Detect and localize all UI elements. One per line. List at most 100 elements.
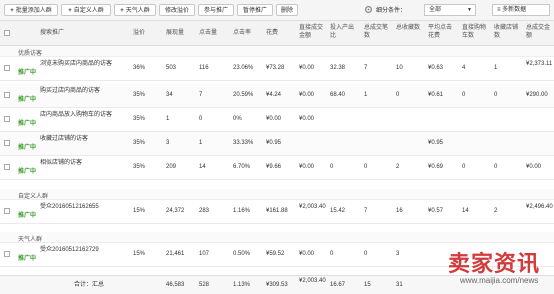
table-row[interactable]: 店内商品放入购物车的访客 推广中 35% 1 0 0% ¥0.00 ¥0.00 (0, 108, 554, 132)
watermark-logo: 卖家资讯 www.maijia.com/news (442, 246, 554, 293)
cell-bid: 15% (133, 208, 146, 214)
plus-icon: + (120, 8, 124, 14)
custom-crowd-button[interactable]: + 自定义人群 (61, 4, 111, 16)
cell-pv: 503 (166, 65, 177, 71)
cell-roi: 0 (330, 164, 334, 170)
cell-direct: ¥0.00 (299, 164, 315, 170)
cell-clk: 14 (199, 164, 206, 170)
cell-pv: 21,461 (166, 251, 185, 257)
row-checkbox[interactable] (4, 65, 10, 71)
cell-ctr: 6.70% (233, 164, 251, 170)
cell-fav: 10 (396, 65, 403, 71)
col-direct[interactable]: 直接成交金额 (299, 24, 327, 40)
table-row[interactable]: 受众20160512162655 推广中 15% 24,372 283 1.16% ¥161… (0, 200, 554, 224)
cell-pv: 3 (166, 140, 170, 146)
col-bid[interactable]: 溢价 (133, 29, 145, 37)
cell-ctr: 20.59% (233, 92, 254, 98)
cell-ctr: 1.16% (233, 208, 251, 214)
status-badge[interactable]: 推广中 (18, 120, 36, 128)
cell-cost: ¥161.88 (266, 208, 288, 214)
status-badge[interactable]: 推广中 (18, 168, 36, 176)
delete-button[interactable]: 删除 (276, 4, 298, 16)
select-all-checkbox[interactable] (4, 30, 10, 36)
pause-promo-button[interactable]: 暂停推广 (237, 4, 273, 16)
gear-icon[interactable] (364, 5, 373, 14)
cell-cpc: ¥0.95 (428, 140, 444, 146)
row-checkbox[interactable] (4, 92, 10, 98)
filter-select[interactable]: 全部 ▼ (424, 4, 476, 16)
cell-orders: 0 (364, 164, 368, 170)
status-badge[interactable]: 推广中 (18, 255, 36, 263)
footer-ctr: 1.13% (233, 282, 251, 288)
cell-fav: 2 (396, 164, 400, 170)
cell-bid: 35% (133, 164, 146, 170)
crowd-name: 受众20160512162655 (40, 204, 99, 210)
cell-cpc: ¥0.63 (428, 65, 444, 71)
crowd-name: 购买过店内商品的访客 (40, 88, 101, 94)
cell-bid: 35% (133, 92, 146, 98)
cell-bid: 36% (133, 65, 146, 71)
col-roi[interactable]: 投入产出比 (330, 24, 358, 40)
chevron-down-icon: ▼ (467, 7, 472, 13)
crowd-name: 受众20160512162729 (40, 247, 99, 253)
col-total[interactable]: 总成交金额 (526, 24, 554, 40)
row-checkbox[interactable] (4, 116, 10, 122)
table-row[interactable]: 收藏过店铺的访客 推广中 35% 3 1 33.33% ¥0.95 ¥0.95 (0, 132, 554, 156)
watermark-title: 卖家资讯 (448, 252, 541, 277)
col-cart[interactable]: 直接购物车数 (462, 24, 490, 40)
cell-bid: 35% (133, 140, 146, 146)
cell-pv: 1 (166, 116, 170, 122)
weather-crowd-button[interactable]: + 天气人群 (114, 4, 156, 16)
status-badge[interactable]: 推广中 (18, 69, 36, 77)
status-badge[interactable]: 推广中 (18, 96, 36, 104)
row-checkbox[interactable] (4, 164, 10, 170)
plus-icon: + (10, 8, 14, 14)
table-row[interactable]: 浏览未购买店内商品的访客 推广中 36% 503 116 23.06% ¥73.28 ¥0.0… (0, 57, 554, 81)
cell-shopfav: 0 (494, 164, 498, 170)
col-pv[interactable]: 展现量 (166, 29, 184, 37)
col-orders[interactable]: 总成交笔数 (364, 24, 392, 40)
cell-clk: 7 (199, 92, 203, 98)
cell-ctr: 0.50% (233, 251, 251, 257)
col-shopfav[interactable]: 收藏店铺数 (494, 24, 522, 40)
cell-ctr: 33.33% (233, 140, 254, 146)
status-badge[interactable]: 推广中 (18, 144, 36, 152)
cell-pv: 34 (166, 92, 173, 98)
edit-bid-button[interactable]: 修改溢价 (159, 4, 195, 16)
cell-cart: 4 (462, 65, 466, 71)
col-name[interactable]: 搜索推广 (40, 29, 64, 37)
col-cost[interactable]: 花费 (266, 29, 278, 37)
cell-cart: 0 (462, 92, 466, 98)
crowd-name: 浏览未购买店内商品的访客 (40, 61, 113, 67)
cell-direct: ¥0.00 (299, 65, 315, 71)
cell-clk: 283 (199, 208, 210, 214)
cell-total: ¥2,373.11 (526, 61, 553, 67)
group-label: 优质访客 (18, 51, 43, 57)
row-checkbox[interactable] (4, 140, 10, 146)
cell-cost: ¥0.95 (266, 140, 282, 146)
col-clk[interactable]: 点击量 (199, 29, 217, 37)
col-ctr[interactable]: 点击率 (233, 29, 251, 37)
row-checkbox[interactable] (4, 251, 10, 257)
cell-shopfav: 1 (494, 65, 498, 71)
table-row[interactable]: 购买过店内商品的访客 推广中 35% 34 7 20.59% ¥4.24 ¥0.00 68.40… (0, 84, 554, 108)
row-checkbox[interactable] (4, 208, 10, 214)
add-crowd-button[interactable]: + 批量添加人群 (4, 4, 58, 16)
footer-label: 合计：汇总 (74, 282, 105, 288)
cell-orders: 7 (364, 208, 368, 214)
cell-ctr: 0% (233, 116, 242, 122)
cell-cpc: ¥0.61 (428, 92, 444, 98)
status-badge[interactable]: 推广中 (18, 212, 36, 220)
col-cpc[interactable]: 平均点击花费 (428, 24, 456, 40)
cell-shopfav: 2 (494, 208, 498, 214)
col-fav[interactable]: 总收藏数 (396, 24, 424, 32)
cell-clk: 116 (199, 65, 209, 71)
footer-direct: ¥2,003.40 (299, 278, 326, 284)
cell-clk: 1 (199, 140, 203, 146)
cell-pv: 209 (166, 164, 177, 170)
cell-direct: ¥0.00 (299, 92, 315, 98)
filter-label: 细分条件： (376, 8, 407, 14)
join-promo-button[interactable]: 参与推广 (198, 4, 234, 16)
table-row[interactable]: 相似店铺的访客 推广中 35% 209 14 6.70% ¥9.66 ¥0.00 0 0 2 ¥0.6… (0, 156, 554, 180)
new-data-button[interactable]: ≡ 多新数据 (492, 4, 550, 16)
